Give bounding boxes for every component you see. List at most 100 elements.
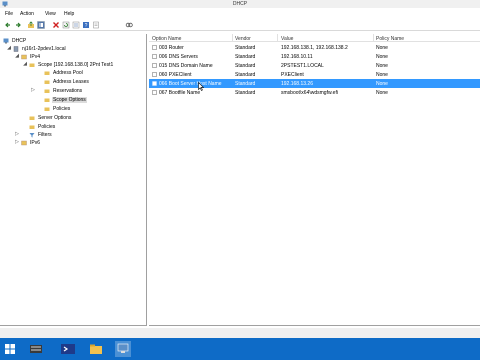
option-name: 066 Boot Server Host Name — [159, 81, 222, 87]
tree-label: IPv6 — [30, 140, 41, 146]
menu-file[interactable]: File — [5, 11, 13, 17]
file-explorer-icon[interactable] — [88, 341, 104, 357]
collapse-icon[interactable]: ◢ — [14, 53, 20, 61]
link-icon[interactable] — [125, 21, 133, 29]
option-name: 060 PXEClient — [159, 72, 192, 78]
option-policy: None — [376, 81, 388, 87]
tree-label: Address Leases — [53, 79, 89, 85]
list-row[interactable]: 060 PXEClient Standard PXEClient None — [149, 70, 480, 79]
folder-icon — [29, 116, 35, 120]
tree-label: IPv4 — [30, 54, 41, 60]
start-button[interactable] — [2, 341, 18, 357]
menu-help[interactable]: Help — [64, 11, 74, 17]
option-name: 015 DNS Domain Name — [159, 63, 213, 69]
options-list: Option Name Vendor Value Policy Name 003… — [149, 34, 480, 326]
option-name: 067 Bootfile Name — [159, 90, 201, 96]
list-row[interactable]: 003 Router Standard 192.168.138.1, 192.1… — [149, 43, 480, 52]
column-value[interactable]: Value — [281, 36, 293, 42]
tree-label: Reservations — [53, 88, 83, 94]
menu-view[interactable]: View — [45, 11, 56, 17]
collapse-icon[interactable]: ◢ — [22, 61, 28, 69]
tree-label: Server Options — [38, 115, 72, 121]
option-policy: None — [376, 90, 388, 96]
option-value: 192.168.10.11 — [281, 54, 313, 60]
column-vendor[interactable]: Vendor — [235, 36, 251, 42]
tree-label: Scope [192.168.138.0] 2Pnt Test1 — [38, 62, 114, 68]
folder-icon — [44, 107, 50, 111]
expand-icon[interactable]: ▷ — [14, 139, 20, 147]
option-icon — [152, 45, 157, 50]
ipv4-icon — [21, 54, 27, 60]
option-policy: None — [376, 72, 388, 78]
list-row[interactable]: 015 DNS Domain Name Standard 2PSTEST1.LO… — [149, 61, 480, 70]
option-vendor: Standard — [235, 63, 256, 69]
option-icon — [152, 81, 157, 86]
export-icon[interactable] — [72, 21, 80, 29]
forward-icon[interactable] — [14, 21, 22, 29]
status-bar — [0, 328, 480, 338]
ipv6-icon — [21, 140, 27, 146]
column-policy-name[interactable]: Policy Name — [376, 36, 404, 42]
collapse-icon[interactable]: ◢ — [6, 45, 12, 53]
refresh-icon[interactable] — [62, 21, 70, 29]
filter-icon — [29, 133, 35, 138]
option-name: 003 Router — [159, 45, 184, 51]
option-value: PXEClient — [281, 72, 304, 78]
window-title: DHCP — [232, 1, 248, 7]
tree-label: Address Pool — [53, 70, 83, 76]
option-value: 192.168.13.26 — [281, 81, 313, 87]
tree-label: Filters — [38, 132, 52, 138]
server-manager-icon[interactable] — [28, 341, 44, 357]
option-policy: None — [376, 63, 388, 69]
tree-label: Scope Options — [52, 97, 87, 103]
title-bar[interactable]: DHCP — [0, 0, 480, 8]
list-header: Option Name Vendor Value Policy Name — [149, 34, 480, 42]
delete-icon[interactable] — [52, 21, 60, 29]
folder-icon — [44, 80, 50, 84]
taskbar — [0, 338, 480, 360]
console-tree: DHCP ◢ nj16r1-2pdev1.local ◢ IPv4 ◢ Scop… — [0, 34, 147, 326]
menu-bar: File Action View Help — [0, 9, 480, 17]
column-option-name[interactable]: Option Name — [152, 36, 181, 42]
properties-icon[interactable] — [92, 21, 100, 29]
option-policy: None — [376, 45, 388, 51]
option-policy: None — [376, 54, 388, 60]
tree-label: Policies — [53, 106, 71, 112]
folder-icon — [29, 63, 35, 67]
menu-action[interactable]: Action — [20, 11, 34, 17]
option-icon — [152, 90, 157, 95]
expand-icon[interactable]: ▷ — [14, 131, 20, 139]
folder-icon — [44, 98, 50, 102]
show-hide-tree-icon[interactable] — [37, 21, 45, 29]
option-name: 006 DNS Servers — [159, 54, 198, 60]
option-icon — [152, 72, 157, 77]
list-row[interactable]: 006 DNS Servers Standard 192.168.10.11 N… — [149, 52, 480, 61]
tree-label: nj16r1-2pdev1.local — [22, 46, 66, 52]
folder-icon — [44, 71, 50, 75]
server-icon — [13, 46, 19, 52]
help-icon[interactable]: ? — [82, 21, 90, 29]
dhcp-icon[interactable] — [115, 341, 131, 357]
option-vendor: Standard — [235, 54, 256, 60]
svg-text:?: ? — [85, 23, 88, 29]
mouse-cursor-icon — [198, 82, 204, 91]
back-icon[interactable] — [4, 21, 12, 29]
tree-label: DHCP — [12, 38, 27, 44]
folder-icon — [44, 89, 50, 93]
tree-label: Policies — [38, 124, 56, 130]
folder-icon — [29, 125, 35, 129]
powershell-icon[interactable] — [60, 341, 76, 357]
option-value: smsboot\x64\wdsmgfw.efi — [281, 90, 338, 96]
option-value: 192.168.138.1, 192.168.138.2 — [281, 45, 348, 51]
option-icon — [152, 54, 157, 59]
option-vendor: Standard — [235, 90, 256, 96]
option-vendor: Standard — [235, 45, 256, 51]
option-value: 2PSTEST1.LOCAL — [281, 63, 324, 69]
expand-icon[interactable]: ▷ — [30, 87, 36, 95]
option-icon — [152, 63, 157, 68]
toolbar: ? — [0, 19, 480, 31]
option-vendor: Standard — [235, 81, 256, 87]
dhcp-icon — [3, 38, 9, 44]
option-vendor: Standard — [235, 72, 256, 78]
up-icon[interactable] — [27, 21, 35, 29]
